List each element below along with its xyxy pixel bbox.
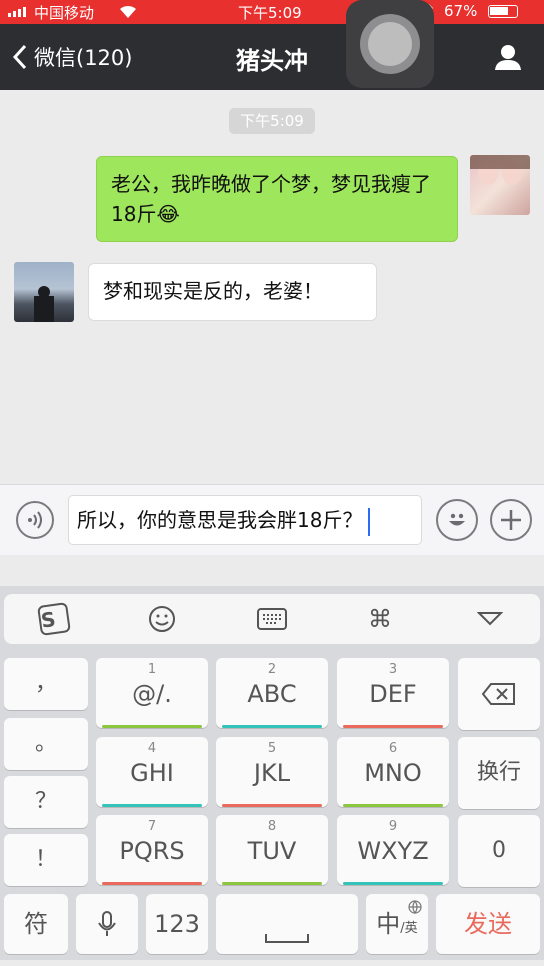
- received-message-text: 梦和现实是反的，老婆！: [103, 279, 323, 303]
- key-label: PQRS: [119, 837, 185, 865]
- number-mode-button[interactable]: 123: [146, 894, 208, 954]
- space-bar[interactable]: [216, 894, 358, 954]
- key-4[interactable]: 4 GHI: [96, 737, 208, 807]
- my-avatar[interactable]: [470, 155, 530, 215]
- profile-icon[interactable]: [494, 43, 522, 71]
- command-icon[interactable]: ⌘: [360, 604, 400, 634]
- keyboard: S ⌘ ， 。 ？ ！ 1 @/. 2 ABC 3 DEF 4 GHI 5 JK…: [0, 586, 544, 960]
- chat-title: 猪头冲: [236, 47, 308, 75]
- input-bar: 所以，你的意思是我会胖18斤？: [0, 484, 544, 555]
- language-sub-label: /英: [400, 921, 418, 936]
- voice-keyboard-button[interactable]: [76, 894, 138, 954]
- assistive-touch-dot: [368, 22, 412, 66]
- key-accent: [222, 725, 322, 728]
- contact-avatar[interactable]: [14, 262, 74, 322]
- symbols-button[interactable]: 符: [4, 894, 68, 954]
- laughing-emoji-icon: 😂: [156, 202, 180, 226]
- smiley-icon: [449, 513, 465, 526]
- plus-icon: [501, 510, 521, 530]
- wifi-icon: [120, 5, 136, 18]
- language-main-label: 中: [376, 910, 401, 938]
- text-caret: [368, 507, 371, 536]
- key-6[interactable]: 6 MNO: [337, 737, 449, 807]
- key-7[interactable]: 7 PQRS: [96, 815, 208, 885]
- key-accent: [343, 804, 443, 807]
- send-button[interactable]: 发送: [436, 894, 540, 954]
- key-label: DEF: [369, 680, 417, 708]
- sent-message-bubble[interactable]: 老公，我昨晚做了个梦，梦见我瘦了18斤😂: [96, 156, 458, 242]
- more-actions-button[interactable]: [490, 499, 532, 541]
- key-number: 8: [267, 819, 277, 834]
- battery-percent: 67%: [444, 2, 478, 20]
- key-number: 9: [388, 819, 398, 834]
- assistive-touch-button[interactable]: [346, 0, 434, 88]
- key-accent: [102, 725, 202, 728]
- backspace-button[interactable]: [458, 658, 540, 730]
- voice-input-button[interactable]: [16, 501, 54, 539]
- key-number: 4: [147, 741, 157, 756]
- key-label: JKL: [253, 759, 291, 787]
- key-number: 1: [147, 662, 157, 677]
- key-1[interactable]: 1 @/.: [96, 658, 208, 728]
- key-number: 7: [147, 819, 157, 834]
- keyboard-toolbar: S ⌘: [4, 594, 540, 644]
- key-accent: [343, 725, 443, 728]
- newline-button[interactable]: 换行: [458, 737, 540, 809]
- key-number: 2: [267, 662, 277, 677]
- message-timestamp: 下午5:09: [229, 108, 315, 134]
- battery-icon: [488, 5, 518, 18]
- key-2[interactable]: 2 ABC: [216, 658, 328, 728]
- key-label: @/.: [132, 680, 172, 708]
- key-accent: [102, 882, 202, 885]
- key-5[interactable]: 5 JKL: [216, 737, 328, 807]
- punct-key-period[interactable]: 。: [4, 718, 88, 770]
- zero-key[interactable]: 0: [458, 815, 540, 887]
- keyboard-layout-icon[interactable]: [252, 604, 292, 634]
- carrier-label: 中国移动: [34, 4, 95, 22]
- key-number: 5: [267, 741, 277, 756]
- key-number: 3: [388, 662, 398, 677]
- received-message-bubble[interactable]: 梦和现实是反的，老婆！: [88, 263, 377, 321]
- key-label: GHI: [130, 759, 174, 787]
- key-number: 6: [388, 741, 398, 756]
- key-accent: [343, 882, 443, 885]
- emoji-panel-icon[interactable]: [142, 604, 182, 634]
- message-input[interactable]: 所以，你的意思是我会胖18斤？: [68, 495, 422, 545]
- key-accent: [102, 804, 202, 807]
- voice-icon: [28, 511, 42, 529]
- space-icon: [265, 934, 309, 943]
- nav-bar: 微信(120) 猪头冲: [0, 24, 544, 90]
- backspace-icon: [481, 683, 515, 705]
- key-label: MNO: [364, 759, 422, 787]
- key-label: WXYZ: [357, 837, 429, 865]
- globe-icon: [408, 900, 422, 914]
- language-toggle-button[interactable]: 中/英: [366, 894, 428, 954]
- microphone-icon: [98, 911, 116, 936]
- key-accent: [222, 804, 322, 807]
- collapse-keyboard-icon[interactable]: [470, 604, 510, 634]
- key-9[interactable]: 9 WXYZ: [337, 815, 449, 885]
- status-bar: 中国移动 下午5:09 ᛒ 67%: [0, 0, 544, 24]
- sogou-logo-icon[interactable]: S: [34, 602, 74, 636]
- punct-key-comma[interactable]: ，: [4, 658, 88, 710]
- key-label: ABC: [247, 680, 297, 708]
- key-3[interactable]: 3 DEF: [337, 658, 449, 728]
- emoji-button[interactable]: [436, 499, 478, 541]
- key-8[interactable]: 8 TUV: [216, 815, 328, 885]
- status-time: 下午5:09: [238, 4, 302, 22]
- punct-key-question[interactable]: ？: [4, 776, 88, 828]
- signal-icon: [8, 7, 26, 17]
- key-accent: [222, 882, 322, 885]
- punct-key-exclaim[interactable]: ！: [4, 834, 88, 886]
- message-input-text: 所以，你的意思是我会胖18斤？: [77, 508, 363, 532]
- key-label: TUV: [247, 837, 297, 865]
